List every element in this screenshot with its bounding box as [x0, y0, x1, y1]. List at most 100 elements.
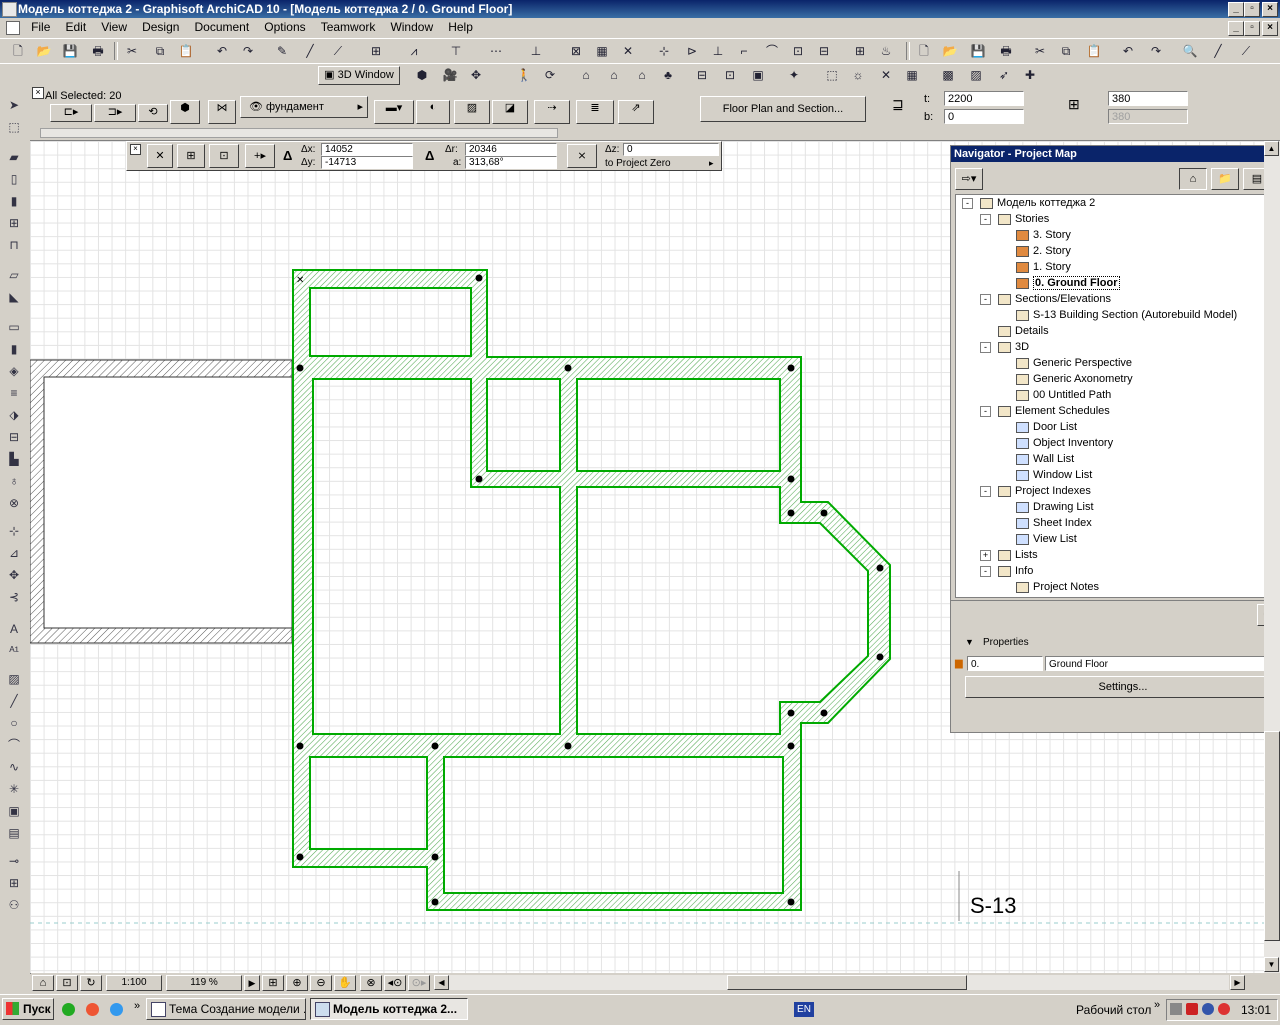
print-icon[interactable]: 🖶 [88, 42, 108, 60]
tree-item[interactable]: + Lists [980, 547, 1038, 563]
fill-pattern-icon[interactable]: ▨ [454, 100, 490, 124]
print-icon[interactable]: 🖶 [996, 42, 1016, 60]
label-tool-icon[interactable]: ᴬ¹ [4, 642, 24, 660]
scale-field[interactable]: 1:100 [106, 975, 162, 991]
tree-item[interactable]: - Stories [980, 211, 1049, 227]
photo-render-icon[interactable]: ▩ [938, 66, 958, 84]
grid-toggle-icon[interactable]: ⊞ [177, 144, 205, 168]
z-reference-icon[interactable]: ⨯ [567, 144, 597, 168]
menu-help[interactable]: Help [442, 18, 479, 37]
camera-icon[interactable]: 🎥 [440, 66, 460, 84]
fit-in-window-icon[interactable]: ⊗ [360, 975, 382, 991]
infobox-scrollbar[interactable] [40, 128, 558, 138]
pick-up-parameters-icon[interactable]: ✎ [272, 42, 292, 60]
collapse-icon[interactable]: - [980, 342, 991, 353]
green-axis-icon[interactable]: ✚ [1020, 66, 1040, 84]
layer-dropdown[interactable]: 👁 фундамент ▸ [240, 96, 368, 118]
tree-item[interactable]: S-13 Building Section (Autorebuild Model… [1016, 307, 1237, 323]
z-reference-dropdown[interactable]: to Project Zero [605, 158, 671, 170]
angle-dim-icon[interactable]: ⊰ [4, 588, 24, 606]
settings-button[interactable]: Settings... [965, 676, 1280, 698]
start-button[interactable]: Пуск [2, 998, 54, 1020]
tree-item[interactable]: - Element Schedules [980, 403, 1110, 419]
vertical-scroll-thumb[interactable] [1264, 731, 1280, 941]
new-icon[interactable]: 🗋 [8, 42, 28, 60]
hotspot-icon[interactable]: ⋈ [208, 100, 236, 124]
doc-close-button[interactable]: × [1262, 21, 1278, 36]
inject-parameters-icon[interactable]: ⟋ [1236, 42, 1256, 60]
splitter[interactable] [951, 600, 1280, 607]
close-coord-icon[interactable]: × [130, 144, 141, 155]
quicklaunch-green-icon[interactable] [62, 1003, 75, 1016]
walk-icon[interactable]: 🚶 [514, 66, 534, 84]
close-infobox-icon[interactable]: × [32, 87, 44, 99]
cut-fill-icon[interactable]: ◪ [492, 100, 528, 124]
pen-color-icon[interactable]: ◐ [416, 100, 450, 124]
zone-tool-icon[interactable]: ⬗ [4, 406, 24, 424]
pen-thickness-icon[interactable]: ▬▾ [374, 100, 414, 124]
hotspot-tool-icon[interactable]: ✳ [4, 780, 24, 798]
menu-window[interactable]: Window [384, 18, 439, 37]
profile-icon[interactable]: ⇗ [618, 100, 654, 124]
explode-icon[interactable]: ⊡ [788, 42, 808, 60]
inject-parameters-icon[interactable]: ⟋ [328, 42, 348, 60]
arrow-tool-icon[interactable]: ➤ [4, 96, 24, 114]
vertical-scrollbar[interactable]: ▲ ▼ [1264, 141, 1280, 973]
collapse-icon[interactable]: - [980, 566, 991, 577]
figure-tool-icon[interactable]: ▣ [4, 802, 24, 820]
sections-icon[interactable]: ⊡ [720, 66, 740, 84]
tree-item[interactable]: View List [1016, 531, 1077, 547]
cancel-icon[interactable]: ✕ [618, 42, 638, 60]
quicklaunch-browser-icon[interactable] [86, 1003, 99, 1016]
dimension-tool-icon[interactable]: ⊹ [4, 522, 24, 540]
section-marker-label[interactable]: S-13 [970, 893, 1016, 919]
tree-item[interactable]: 0. Ground Floor [1016, 275, 1120, 291]
camera-tool-icon[interactable]: ⊗ [4, 494, 24, 512]
tree-item[interactable]: Generic Axonometry [1016, 371, 1133, 387]
collapse-triangle-icon[interactable]: ▼ [965, 637, 974, 647]
expand-icon[interactable]: + [980, 550, 991, 561]
tree-item[interactable]: Generic Perspective [1016, 355, 1132, 371]
copy-icon[interactable]: ⧉ [1056, 42, 1076, 60]
lamp-tool-icon[interactable]: ◈ [4, 362, 24, 380]
dr-field[interactable]: 20346 [465, 143, 557, 156]
drawing-tool-icon[interactable]: ▤ [4, 824, 24, 842]
cut-icon[interactable]: ✂ [122, 42, 142, 60]
zoom-out-icon[interactable]: ⊖ [310, 975, 332, 991]
group-icon[interactable]: ⊟ [814, 42, 834, 60]
horizontal-scrollbar[interactable] [449, 975, 1229, 990]
arc-tool-icon[interactable]: ⌒ [4, 736, 24, 754]
previous-zoom-icon[interactable]: ◂⊙ [384, 975, 406, 991]
save-icon[interactable]: 💾 [60, 42, 80, 60]
detail-tool-icon[interactable]: ⊞ [4, 874, 24, 892]
roof-tool-icon[interactable]: ◣ [4, 288, 24, 306]
bottom-height-field[interactable]: 0 [944, 109, 1024, 124]
intersect-icon[interactable]: ⊥ [708, 42, 728, 60]
scroll-left-icon[interactable]: ◀ [434, 975, 449, 990]
radial-dim-icon[interactable]: ✥ [4, 566, 24, 584]
navigator-menu-icon[interactable]: ⇨▾ [955, 168, 983, 190]
stories-icon[interactable]: ⊟ [692, 66, 712, 84]
guide-lines-icon[interactable]: ⩘ [404, 42, 424, 60]
line-tool-icon[interactable]: ╱ [4, 692, 24, 710]
project-map-icon[interactable]: ⌂ [1179, 168, 1207, 190]
construction-grid-icon[interactable]: ⋯ [486, 42, 506, 60]
wall-height-field[interactable]: 380 [1108, 91, 1188, 106]
collapse-icon[interactable]: - [980, 214, 991, 225]
zoom-fit-icon[interactable]: ⊞ [262, 975, 284, 991]
story-name-field[interactable]: Ground Floor [1045, 656, 1279, 671]
grid-snap-icon[interactable]: ⊞ [366, 42, 386, 60]
copy-icon[interactable]: ⧉ [150, 42, 170, 60]
animation-icon[interactable]: ➶ [994, 66, 1014, 84]
sun-icon[interactable]: ☼ [848, 66, 868, 84]
axonometry-icon[interactable]: ⬢ [412, 66, 432, 84]
desktop-toolbar-label[interactable]: Рабочий стол [1076, 1003, 1151, 1017]
maximize-button[interactable]: ▫ [1244, 2, 1260, 17]
trace-icon[interactable]: ⊠ [566, 42, 586, 60]
dx-field[interactable]: 14052 [321, 143, 413, 156]
text-tool-icon[interactable]: A [4, 620, 24, 638]
marquee-tool-icon[interactable]: ⬚ [4, 118, 24, 136]
snap-grid-icon[interactable]: ⊡ [209, 144, 239, 168]
mesh-tool-icon[interactable]: ▭ [4, 318, 24, 336]
column-tool-icon[interactable]: ▯ [4, 170, 24, 188]
